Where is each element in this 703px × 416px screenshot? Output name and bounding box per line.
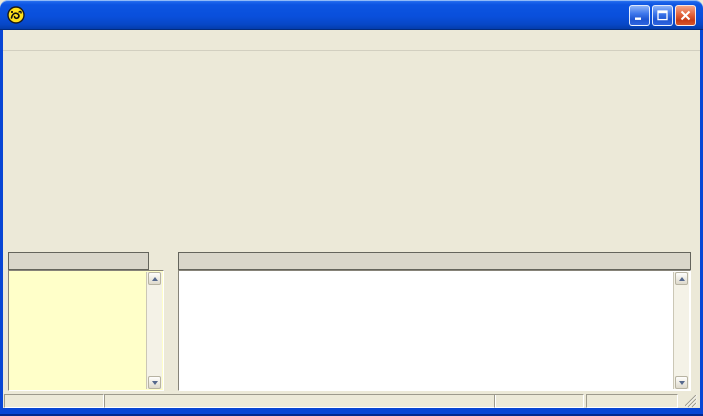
maximize-button[interactable] <box>652 5 673 26</box>
resize-grip[interactable] <box>685 395 698 408</box>
window-border-left <box>0 30 3 416</box>
minimize-icon <box>634 10 645 21</box>
scroll-down-button[interactable] <box>148 376 161 389</box>
spreadsheet-scrollbar[interactable] <box>673 272 689 389</box>
arrow-up-icon <box>152 277 158 281</box>
cursor-info-box[interactable] <box>8 270 164 391</box>
arrow-down-icon <box>679 381 685 385</box>
status-time <box>586 394 678 408</box>
close-icon <box>680 10 691 21</box>
scroll-up-button[interactable] <box>675 272 688 285</box>
application-window <box>0 0 703 416</box>
window-controls <box>629 5 696 26</box>
status-date <box>494 394 584 408</box>
spreadsheet-note-text <box>182 273 672 388</box>
scroll-up-button[interactable] <box>148 272 161 285</box>
arrow-down-icon <box>152 381 158 385</box>
status-spacer <box>104 394 496 408</box>
spreadsheet-header[interactable] <box>178 252 691 270</box>
scorpion-logo-icon <box>7 6 25 24</box>
cursor-info-text <box>12 273 145 388</box>
minimize-button[interactable] <box>629 5 650 26</box>
arrow-up-icon <box>679 277 685 281</box>
scroll-down-button[interactable] <box>675 376 688 389</box>
title-bar[interactable] <box>0 0 703 30</box>
menu-bar <box>3 30 700 51</box>
window-border-bottom <box>0 408 703 416</box>
maximize-icon <box>657 10 668 21</box>
cursor-info-scrollbar[interactable] <box>146 272 162 389</box>
status-bar <box>3 394 700 408</box>
close-button[interactable] <box>675 5 696 26</box>
macro-status <box>4 394 104 408</box>
cursor-info-header[interactable] <box>8 252 149 270</box>
spreadsheet-note-box[interactable] <box>178 270 691 391</box>
